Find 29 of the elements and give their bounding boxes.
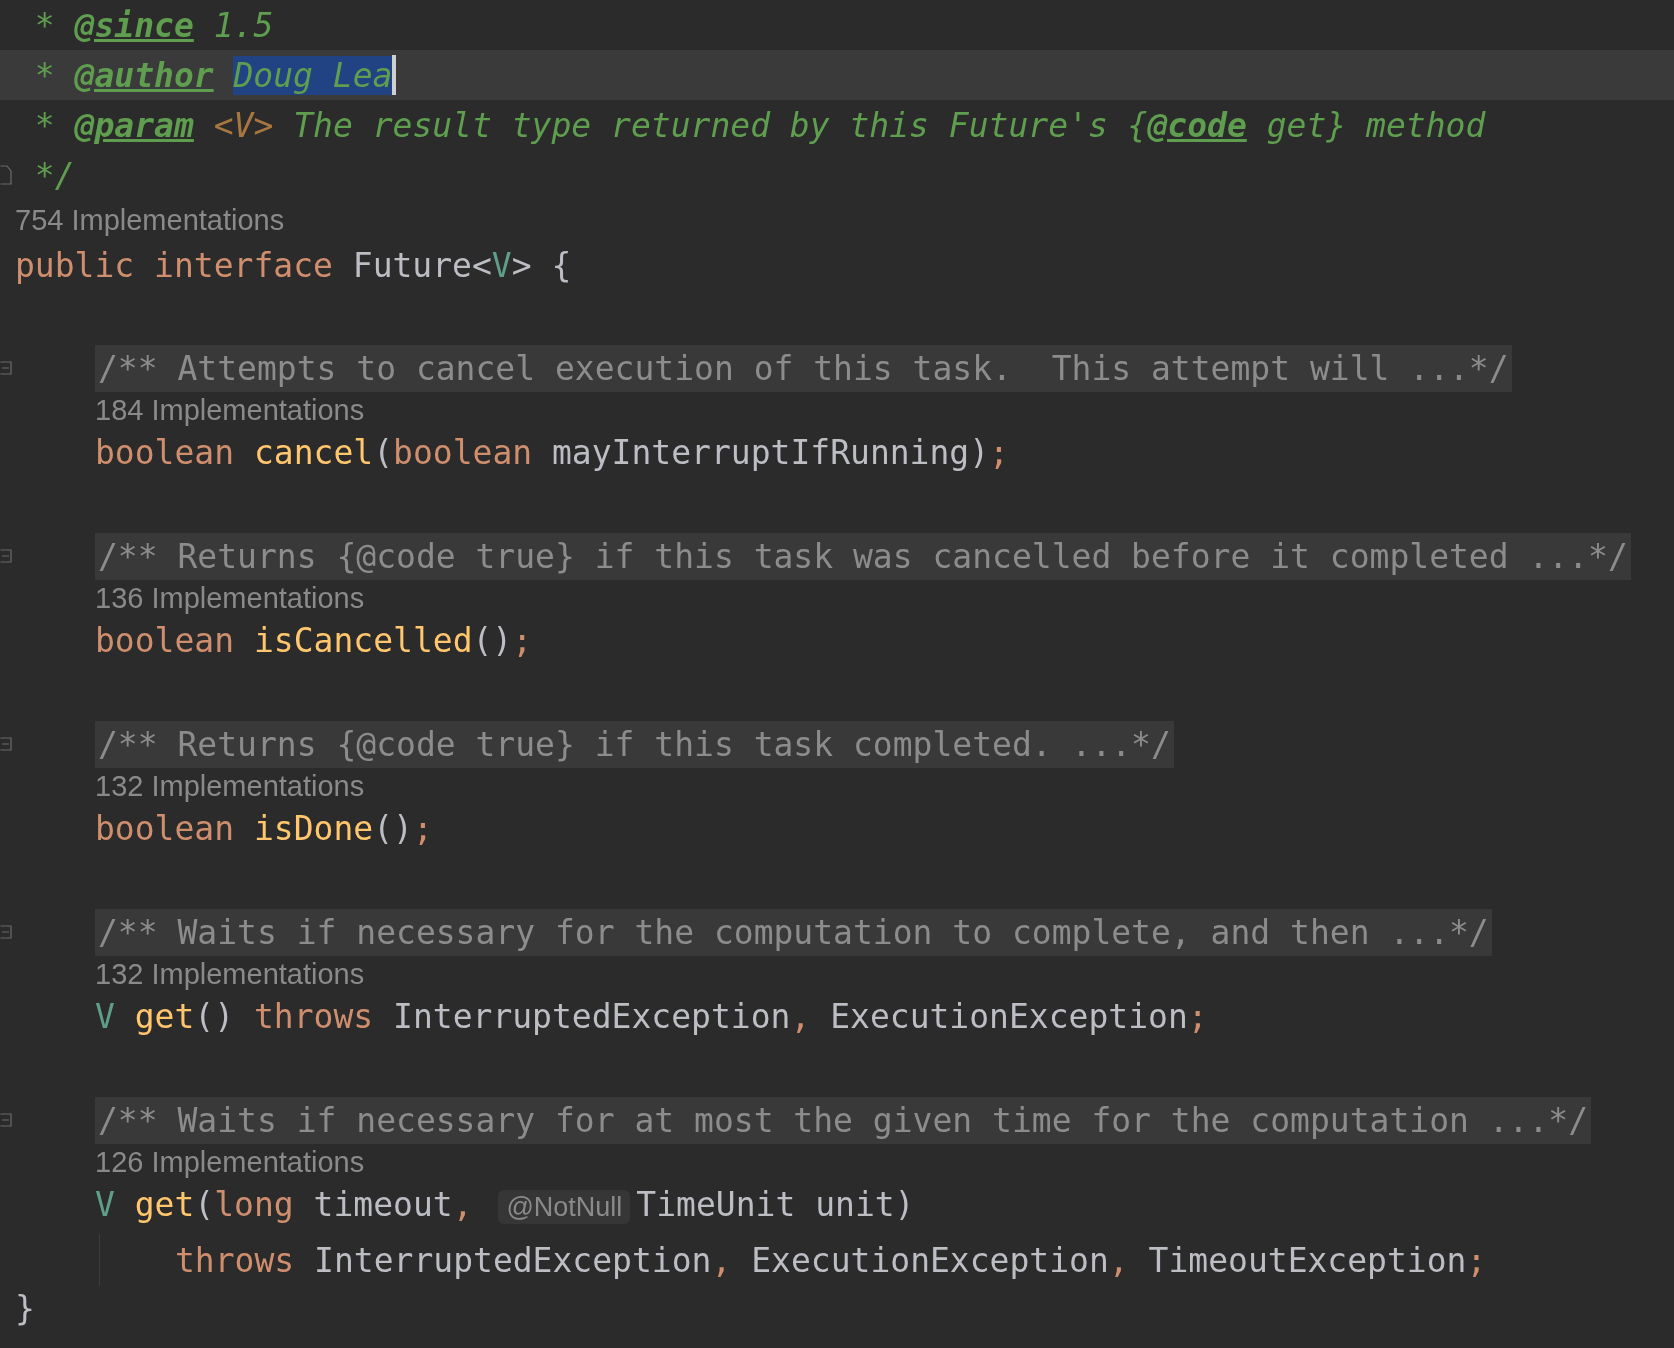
folded-comment[interactable]: /** Waits if necessary for at most the given time for the computation ...*/ xyxy=(95,1096,1592,1144)
code-line: */ xyxy=(33,155,75,195)
implementations-hint[interactable]: 132 Implementations xyxy=(95,769,365,803)
folded-comment[interactable]: /** Waits if necessary for the computation to complete, and then ...*/ xyxy=(95,908,1492,956)
code-line: public interface Future<V> { xyxy=(15,245,572,285)
code-line: boolean isCancelled(); xyxy=(95,620,533,660)
implementations-hint[interactable]: 136 Implementations xyxy=(95,581,365,615)
fold-icon[interactable] xyxy=(0,361,12,375)
folded-comment[interactable]: /** Returns {@code true} if this task was cancelled before it completed ...*/ xyxy=(95,532,1631,580)
folded-comment[interactable]: /** Attempts to cancel execution of this task. This attempt will ...*/ xyxy=(95,344,1512,392)
code-line: boolean isDone(); xyxy=(95,808,433,848)
code-line: } xyxy=(15,1288,35,1328)
code-line: throws InterruptedException, ExecutionException, TimeoutException; xyxy=(175,1240,1487,1280)
fold-icon[interactable] xyxy=(0,737,12,751)
fold-icon[interactable] xyxy=(0,549,12,563)
code-line: V get(long timeout, @NotNull TimeUnit unit) xyxy=(95,1184,915,1224)
implementations-hint[interactable]: 754 Implementations xyxy=(15,203,285,237)
implementations-hint[interactable]: 132 Implementations xyxy=(95,957,365,991)
fold-icon[interactable] xyxy=(0,925,12,939)
code-line: * @since 1.5 xyxy=(33,5,274,45)
implementations-hint[interactable]: 184 Implementations xyxy=(95,393,365,427)
implementations-hint[interactable]: 126 Implementations xyxy=(95,1145,365,1179)
code-line: boolean cancel(boolean mayInterruptIfRunning); xyxy=(95,432,1009,472)
code-line: V get() throws InterruptedException, ExecutionException; xyxy=(95,996,1208,1036)
fold-icon[interactable] xyxy=(0,165,12,185)
fold-icon[interactable] xyxy=(0,1113,12,1127)
code-line: * @author Doug Lea xyxy=(33,55,393,95)
code-line: * @param <V> The result type returned by this Future's {@code get} method xyxy=(33,105,1486,145)
folded-comment[interactable]: /** Returns {@code true} if this task completed. ...*/ xyxy=(95,720,1174,768)
